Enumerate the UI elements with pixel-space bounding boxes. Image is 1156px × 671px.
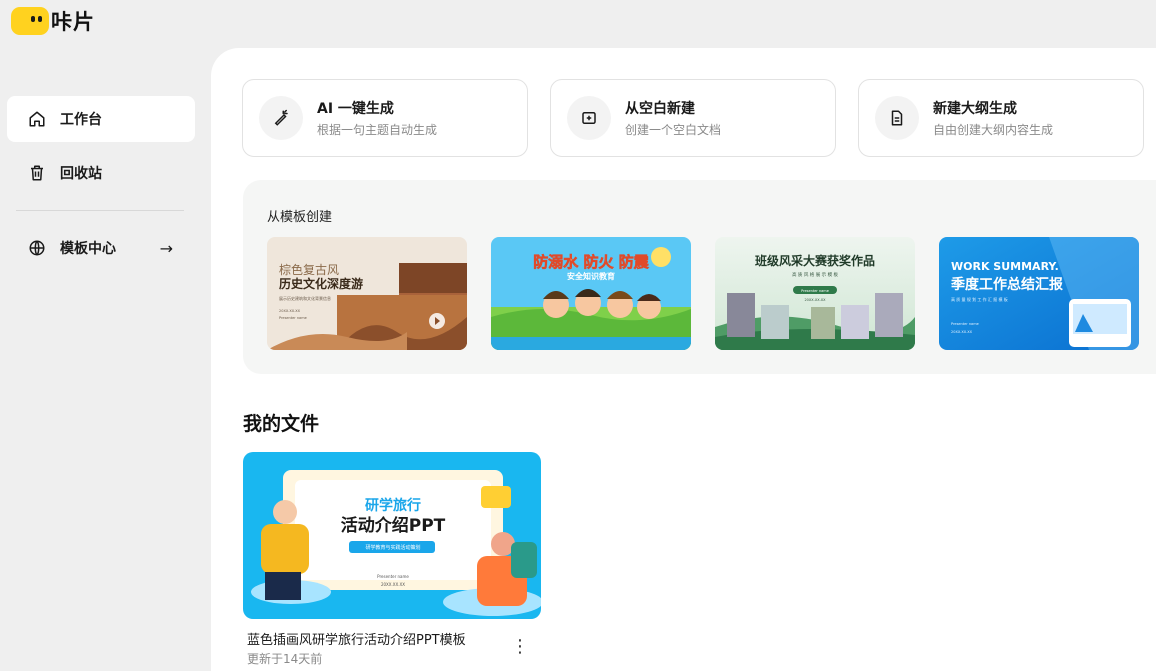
blank-new-card[interactable]: 从空白新建 创建一个空白文档 [550,79,836,157]
svg-text:班级风采大赛获奖作品: 班级风采大赛获奖作品 [755,253,875,268]
svg-text:研学教育与实践活动策划: 研学教育与实践活动策划 [365,544,420,551]
svg-text:20XX.XX.XX: 20XX.XX.XX [381,582,405,587]
trash-icon [31,165,43,181]
svg-text:活动介绍PPT: 活动介绍PPT [341,515,446,536]
svg-text:20XX.XX.XX: 20XX.XX.XX [951,330,973,334]
sidebar-divider [16,210,184,211]
template-card-work-summary[interactable]: WORK SUMMARY. 季度工作总结汇报 高 质 量 规 划 工 作 汇 报… [939,237,1139,350]
sidebar-item-workbench[interactable]: 工作台 [7,96,195,142]
sidebar-item-label: 回收站 [60,166,102,182]
svg-text:季度工作总结汇报: 季度工作总结汇报 [950,276,1063,293]
sidebar: 工作台 回收站 模板中心 → [0,0,210,671]
template-thumbnail: 班级风采大赛获奖作品 高 质 风 格 展 示 模 板 Presenter nam… [715,237,915,350]
svg-text:棕色复古风: 棕色复古风 [279,262,339,277]
template-card-class[interactable]: 班级风采大赛获奖作品 高 质 风 格 展 示 模 板 Presenter nam… [715,237,915,350]
svg-text:安全知识教育: 安全知识教育 [567,271,615,281]
action-title: 新建大纲生成 [933,101,1017,117]
svg-text:高 质 风 格 展 示 模 板: 高 质 风 格 展 示 模 板 [792,271,839,278]
svg-text:Presenter name: Presenter name [801,289,829,293]
svg-text:展示历史建筑和文化背景信息: 展示历史建筑和文化背景信息 [279,295,331,301]
action-title: 从空白新建 [625,101,695,117]
file-thumbnail: 研学旅行 活动介绍PPT 研学教育与实践活动策划 Presenter name … [243,452,541,619]
ai-generate-card[interactable]: AI 一键生成 根据一句主题自动生成 [242,79,528,157]
template-thumbnail: 防溺水 防火 防震 安全知识教育 [491,237,691,350]
svg-text:Presenter name: Presenter name [279,316,307,320]
main-panel: AI 一键生成 根据一句主题自动生成 从空白新建 创建一个空白文档 新建大纲生成… [211,48,1156,671]
svg-text:Presenter name: Presenter name [377,574,409,579]
svg-text:研学旅行: 研学旅行 [365,497,421,514]
plus-square-icon [582,112,596,124]
template-thumbnail: 棕色复古风 历史文化深度游 展示历史建筑和文化背景信息 20XX.XX.XX P… [267,237,467,350]
sidebar-item-label: 工作台 [60,112,102,128]
svg-text:WORK SUMMARY.: WORK SUMMARY. [951,260,1059,273]
sidebar-item-template-center[interactable]: 模板中心 → [7,225,195,271]
svg-text:防溺水 防火 防震: 防溺水 防火 防震 [533,253,649,271]
document-icon [891,110,903,126]
svg-text:高 质 量 规 划 工 作 汇 报 模 板: 高 质 量 规 划 工 作 汇 报 模 板 [951,296,1008,302]
action-subtitle: 创建一个空白文档 [625,123,722,137]
action-subtitle: 自由创建大纲内容生成 [933,123,1054,137]
my-files-title: 我的文件 [243,413,320,435]
template-card-safety[interactable]: 防溺水 防火 防震 安全知识教育 [491,237,691,350]
file-card-thumbnail[interactable]: 研学旅行 活动介绍PPT 研学教育与实践活动策划 Presenter name … [243,452,541,619]
template-card-history[interactable]: 棕色复古风 历史文化深度游 展示历史建筑和文化背景信息 20XX.XX.XX P… [267,237,467,350]
file-updated-time: 更新于14天前 [247,652,323,666]
svg-text:20XX.XX.XX: 20XX.XX.XX [279,309,301,313]
outline-generate-card[interactable]: 新建大纲生成 自由创建大纲内容生成 [858,79,1144,157]
svg-text:Presenter name: Presenter name [951,322,979,326]
svg-text:20XX.XX.XX: 20XX.XX.XX [804,298,826,302]
home-icon [29,111,45,127]
more-options-icon[interactable]: ⋮ [511,638,529,658]
template-section: 从模板创建 棕色复古风 历史文化深度游 展示历史建筑和文化背景信息 20XX.X… [243,180,1156,374]
file-name[interactable]: 蓝色插画风研学旅行活动介绍PPT模板 [247,629,466,648]
action-title: AI 一键生成 [317,101,394,117]
template-section-title: 从模板创建 [267,210,333,225]
svg-text:历史文化深度游: 历史文化深度游 [279,276,363,291]
action-subtitle: 根据一句主题自动生成 [317,123,438,137]
sidebar-item-trash[interactable]: 回收站 [7,150,195,196]
sidebar-item-label: 模板中心 [60,241,116,257]
globe-icon [29,240,45,256]
template-thumbnail: WORK SUMMARY. 季度工作总结汇报 高 质 量 规 划 工 作 汇 报… [939,237,1139,350]
arrow-right-icon: → [159,238,173,258]
magic-wand-icon [274,109,288,126]
